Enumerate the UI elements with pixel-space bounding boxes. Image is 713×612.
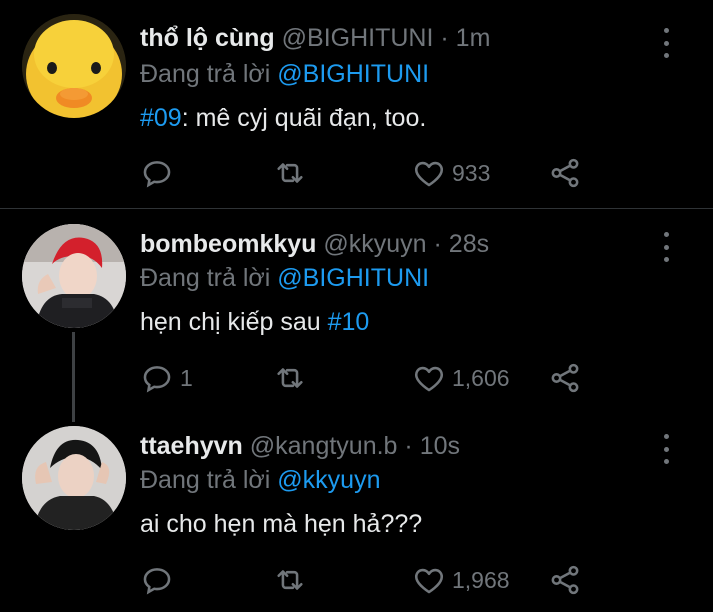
handle[interactable]: @kangtyun.b bbox=[250, 432, 398, 460]
reply-button[interactable] bbox=[140, 153, 180, 193]
reply-count: 1 bbox=[180, 364, 193, 391]
reply-icon bbox=[143, 568, 171, 595]
action-bar: 1 1,606 bbox=[0, 358, 713, 398]
tweet-header: ttaehyvn @kangtyun.b · 10s bbox=[140, 432, 460, 461]
reply-mention[interactable]: @kkyuyn bbox=[277, 466, 380, 494]
like-count: 1,606 bbox=[452, 364, 510, 391]
share-button[interactable] bbox=[548, 560, 582, 600]
share-icon bbox=[551, 363, 579, 393]
retweet-button[interactable] bbox=[273, 560, 313, 600]
tweet-text: hẹn chị kiếp sau #10 bbox=[140, 308, 369, 337]
handle[interactable]: @kkyuyn bbox=[323, 230, 426, 258]
like-button[interactable]: 1,968 bbox=[412, 560, 510, 600]
retweet-icon bbox=[277, 570, 303, 590]
tweet-body-text: : mê cyj quãi đạn, too. bbox=[181, 104, 427, 132]
tweet-text: #09: mê cyj quãi đạn, too. bbox=[140, 104, 426, 133]
handle[interactable]: @BIGHITUNI bbox=[282, 24, 434, 52]
display-name[interactable]: thổ lộ cùng bbox=[140, 24, 275, 52]
hashtag[interactable]: #09 bbox=[140, 104, 182, 132]
more-options-icon[interactable] bbox=[656, 232, 676, 262]
reply-prefix: Đang trả lời bbox=[140, 60, 271, 88]
reply-prefix: Đang trả lời bbox=[140, 466, 271, 494]
reply-icon bbox=[143, 366, 171, 393]
retweet-icon bbox=[277, 368, 303, 388]
tweet-body-text: hẹn chị kiếp sau bbox=[140, 308, 328, 336]
tweet-3[interactable]: ttaehyvn @kangtyun.b · 10s Đang trả lời … bbox=[0, 412, 713, 612]
tweet-2[interactable]: bombeomkkyu @kkyuyn · 28s Đang trả lời @… bbox=[0, 210, 713, 410]
avatar-bombeomkkyu[interactable] bbox=[22, 224, 126, 328]
timestamp[interactable]: · 10s bbox=[404, 432, 460, 460]
like-icon bbox=[414, 568, 444, 594]
reply-button[interactable] bbox=[140, 560, 180, 600]
action-bar: 933 bbox=[0, 153, 713, 193]
like-count: 933 bbox=[452, 159, 491, 186]
timestamp[interactable]: · 28s bbox=[434, 230, 490, 258]
display-name[interactable]: bombeomkkyu bbox=[140, 230, 316, 258]
hashtag[interactable]: #10 bbox=[328, 308, 370, 336]
tweet-text: ai cho hẹn mà hẹn hả??? bbox=[140, 510, 422, 539]
reply-button[interactable]: 1 bbox=[140, 358, 193, 398]
like-icon bbox=[414, 366, 444, 392]
person-avatar-image bbox=[22, 426, 126, 530]
share-icon bbox=[551, 158, 579, 188]
share-icon bbox=[551, 565, 579, 595]
share-button[interactable] bbox=[548, 358, 582, 398]
divider bbox=[0, 208, 713, 209]
action-bar: 1,968 bbox=[0, 560, 713, 600]
reply-mention[interactable]: @BIGHITUNI bbox=[277, 264, 429, 292]
like-icon bbox=[414, 161, 444, 187]
retweet-icon bbox=[277, 163, 303, 183]
reply-mention[interactable]: @BIGHITUNI bbox=[277, 60, 429, 88]
tweet-header: thổ lộ cùng @BIGHITUNI · 1m bbox=[140, 24, 490, 53]
retweet-button[interactable] bbox=[273, 153, 313, 193]
tweet-header: bombeomkkyu @kkyuyn · 28s bbox=[140, 230, 489, 259]
tweet-body-text: ai cho hẹn mà hẹn hả??? bbox=[140, 510, 423, 538]
avatar-duck[interactable] bbox=[22, 14, 126, 118]
timestamp[interactable]: · 1m bbox=[440, 24, 490, 52]
more-options-icon[interactable] bbox=[656, 434, 676, 464]
reply-context: Đang trả lời @BIGHITUNI bbox=[140, 264, 429, 293]
retweet-button[interactable] bbox=[273, 358, 313, 398]
like-button[interactable]: 1,606 bbox=[412, 358, 510, 398]
reply-prefix: Đang trả lời bbox=[140, 264, 271, 292]
like-button[interactable]: 933 bbox=[412, 153, 490, 193]
display-name[interactable]: ttaehyvn bbox=[140, 432, 243, 460]
tweet-1[interactable]: thổ lộ cùng @BIGHITUNI · 1m Đang trả lời… bbox=[0, 0, 713, 205]
like-count: 1,968 bbox=[452, 566, 510, 593]
reply-context: Đang trả lời @BIGHITUNI bbox=[140, 60, 429, 89]
person-avatar-image bbox=[22, 224, 126, 328]
reply-context: Đang trả lời @kkyuyn bbox=[140, 466, 380, 495]
more-options-icon[interactable] bbox=[656, 28, 676, 58]
duck-avatar-image bbox=[22, 14, 126, 118]
avatar-ttaehyvn[interactable] bbox=[22, 426, 126, 530]
share-button[interactable] bbox=[548, 153, 582, 193]
reply-icon bbox=[143, 161, 171, 188]
